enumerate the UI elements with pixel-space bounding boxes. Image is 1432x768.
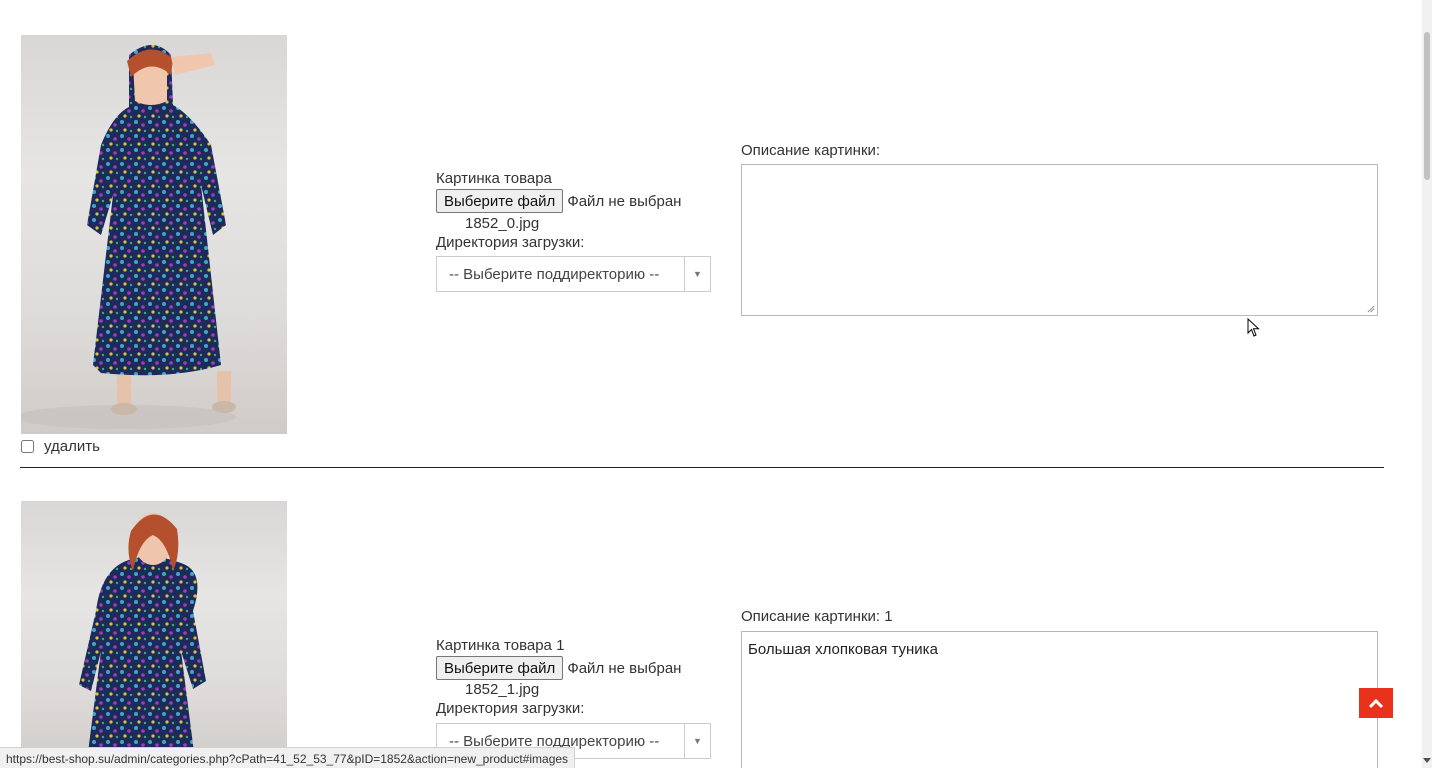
- upload-dir-label: Директория загрузки:: [436, 700, 585, 717]
- product-images-editor: Картинка товара Выберите файл Файл не вы…: [0, 0, 1432, 768]
- product-photo-0: [21, 35, 287, 434]
- delete-label: удалить: [44, 437, 100, 455]
- chevron-down-icon: ▼: [684, 724, 710, 758]
- scroll-to-top-button[interactable]: [1359, 688, 1393, 718]
- description-label: Описание картинки: 1: [741, 608, 893, 625]
- mouse-cursor-icon: [1247, 318, 1260, 337]
- file-upload-control: Выберите файл Файл не выбран: [436, 189, 681, 213]
- picture-label: Картинка товара: [436, 170, 552, 187]
- upload-dir-label: Директория загрузки:: [436, 234, 585, 251]
- product-photo-1: [21, 501, 287, 768]
- resize-grip-icon[interactable]: [1367, 305, 1375, 313]
- section-divider: [20, 467, 1384, 468]
- scrollbar-thumb[interactable]: [1424, 32, 1430, 180]
- dress-photo-icon: [79, 513, 206, 768]
- file-status-text: Файл не выбран: [567, 192, 682, 210]
- file-status-text: Файл не выбран: [567, 659, 682, 677]
- subdirectory-select-value: -- Выберите поддиректорию --: [449, 265, 660, 283]
- description-textarea[interactable]: [741, 164, 1378, 316]
- subdirectory-select[interactable]: -- Выберите поддиректорию -- ▼: [436, 256, 711, 292]
- delete-option: удалить: [20, 436, 100, 456]
- picture-label: Картинка товара 1: [436, 637, 565, 654]
- scroll-down-arrow-icon[interactable]: [1423, 758, 1431, 763]
- choose-file-button[interactable]: Выберите файл: [436, 189, 564, 213]
- chevron-up-icon: [1368, 698, 1384, 709]
- chevron-down-icon: ▼: [684, 257, 710, 291]
- description-textarea[interactable]: Большая хлопковая туника: [741, 631, 1378, 768]
- delete-checkbox[interactable]: [21, 439, 34, 453]
- dress-photo-icon: [21, 45, 236, 429]
- description-label: Описание картинки:: [741, 142, 881, 159]
- file-upload-control: Выберите файл Файл не выбран: [436, 656, 681, 680]
- current-file-name: 1852_1.jpg: [465, 681, 540, 698]
- choose-file-button[interactable]: Выберите файл: [436, 656, 564, 680]
- page-scrollbar[interactable]: [1422, 0, 1432, 768]
- browser-status-url: https://best-shop.su/admin/categories.ph…: [0, 747, 576, 768]
- current-file-name: 1852_0.jpg: [465, 215, 540, 232]
